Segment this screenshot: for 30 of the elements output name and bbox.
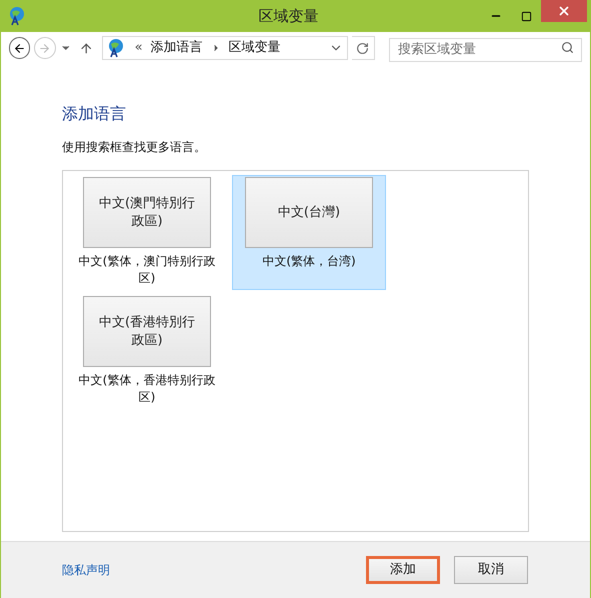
refresh-icon bbox=[356, 42, 370, 54]
search-icon[interactable] bbox=[561, 41, 574, 54]
language-card: 中文(台灣) bbox=[245, 177, 373, 248]
overflow-text[interactable]: « bbox=[134, 38, 143, 58]
language-card: 中文(香港特別行政區) bbox=[83, 296, 211, 367]
language-label: 中文(繁体，澳门特别行政区) bbox=[78, 253, 216, 287]
dialog-button[interactable]: 取消 bbox=[454, 556, 528, 584]
language-tile[interactable]: 中文(澳門特別行政區) 中文(繁体，澳门特别行政区) bbox=[70, 175, 224, 290]
maximize-icon bbox=[520, 10, 532, 22]
language-label: 中文(繁体，香港特别行政区) bbox=[78, 372, 216, 406]
description-text: 使用搜索框查找更多语言。 bbox=[62, 139, 207, 156]
forward-arrow-icon bbox=[38, 42, 52, 54]
privacy-link[interactable]: 隐私声明 bbox=[62, 561, 110, 579]
address-bar[interactable]: « 添加语言 区域变量 bbox=[102, 36, 348, 60]
page-heading: 添加语言 bbox=[62, 104, 127, 124]
close-icon bbox=[557, 4, 571, 18]
language-card: 中文(澳門特別行政區) bbox=[83, 177, 211, 248]
refresh-button[interactable] bbox=[352, 36, 376, 60]
breadcrumb[interactable]: 区域变量 bbox=[228, 38, 281, 58]
search-field[interactable]: 搜索区域变量 bbox=[389, 38, 582, 62]
language-tile[interactable]: 中文(香港特別行政區) 中文(繁体，香港特别行政区) bbox=[70, 294, 224, 409]
back-arrow-icon bbox=[13, 42, 26, 54]
close-button[interactable] bbox=[541, 0, 587, 22]
up-icon[interactable] bbox=[79, 40, 94, 56]
language-label: 中文(繁体，台湾) bbox=[262, 253, 356, 270]
dialog-button[interactable]: 添加 bbox=[366, 556, 440, 584]
breadcrumb[interactable]: 添加语言 bbox=[150, 38, 203, 58]
back-button[interactable] bbox=[9, 37, 30, 59]
window-title: 区域变量 bbox=[258, 6, 318, 27]
language-tile[interactable]: 中文(台灣) 中文(繁体，台湾) bbox=[232, 175, 386, 290]
